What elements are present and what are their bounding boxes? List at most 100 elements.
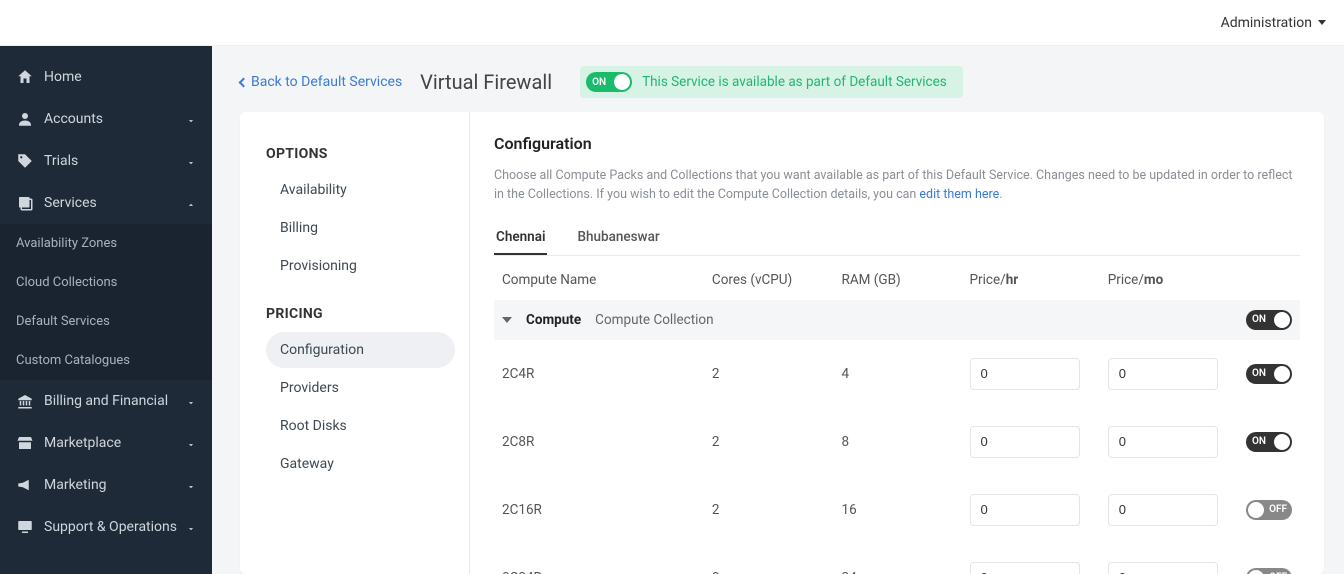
sidebar-subitem-label: Availability Zones xyxy=(16,236,117,251)
cell-cores: 2 xyxy=(704,476,834,544)
sidebar-subitem-label: Default Services xyxy=(16,314,110,329)
options-panel: OPTIONS AvailabilityBillingProvisioning … xyxy=(240,112,470,574)
admin-label: Administration xyxy=(1221,15,1312,31)
tab-bhubaneswar[interactable]: Bhubaneswar xyxy=(575,221,661,255)
price-mo-input[interactable] xyxy=(1108,494,1218,526)
toggle-label: ON xyxy=(1252,368,1266,379)
row-toggle[interactable]: ON xyxy=(1246,364,1292,384)
sidebar: Home Accounts Trials Services Availability Z… xyxy=(0,46,212,574)
sidebar-subitem-label: Cloud Collections xyxy=(16,275,117,290)
cell-name: 8C24R xyxy=(494,544,704,574)
sidebar-subitem-cc[interactable]: Cloud Collections xyxy=(0,263,212,302)
option-configuration[interactable]: Configuration xyxy=(266,332,455,368)
cell-cores: 2 xyxy=(704,340,834,408)
sidebar-item-billing[interactable]: Billing and Financial xyxy=(0,380,212,422)
chevron-down-icon xyxy=(186,522,196,532)
table-row: 2C8R28ON xyxy=(494,408,1300,476)
cell-ram: 16 xyxy=(834,476,962,544)
col-price-mo: Price/mo xyxy=(1100,260,1238,300)
row-toggle[interactable]: OFF xyxy=(1246,500,1292,520)
option-billing[interactable]: Billing xyxy=(266,210,455,246)
sidebar-item-trials[interactable]: Trials xyxy=(0,140,212,182)
price-hr-input[interactable] xyxy=(970,358,1080,390)
sidebar-subitem-az[interactable]: Availability Zones xyxy=(0,224,212,263)
admin-dropdown[interactable]: Administration xyxy=(1221,15,1326,31)
bullhorn-icon xyxy=(16,476,34,494)
sidebar-subitem-ds[interactable]: Default Services xyxy=(0,302,212,341)
col-ram: RAM (GB) xyxy=(834,260,962,300)
price-mo-input[interactable] xyxy=(1108,358,1218,390)
sidebar-item-home[interactable]: Home xyxy=(0,56,212,98)
col-compute-name: Compute Name xyxy=(494,260,704,300)
region-tabs: Chennai Bhubaneswar xyxy=(494,221,1300,256)
chevron-left-icon xyxy=(239,77,249,87)
option-root-disks[interactable]: Root Disks xyxy=(266,408,455,444)
user-icon xyxy=(16,110,34,128)
price-hr-input[interactable] xyxy=(970,426,1080,458)
sidebar-item-marketing[interactable]: Marketing xyxy=(0,464,212,506)
chevron-down-icon xyxy=(186,156,196,166)
chevron-down-icon xyxy=(186,438,196,448)
cell-ram: 24 xyxy=(834,544,962,574)
sidebar-item-label: Support & Operations xyxy=(44,519,177,535)
service-toggle[interactable]: ON xyxy=(586,72,632,92)
sidebar-subitem-label: Custom Catalogues xyxy=(16,353,130,368)
page-header: Back to Default Services Virtual Firewal… xyxy=(212,46,1344,112)
home-icon xyxy=(16,68,34,86)
option-availability[interactable]: Availability xyxy=(266,172,455,208)
sidebar-item-marketplace[interactable]: Marketplace xyxy=(0,422,212,464)
edit-them-here-link[interactable]: edit them here xyxy=(919,187,999,202)
config-title: Configuration xyxy=(494,134,1300,153)
cell-cores: 8 xyxy=(704,544,834,574)
sidebar-subitem-cat[interactable]: Custom Catalogues xyxy=(0,341,212,380)
price-hr-input[interactable] xyxy=(970,494,1080,526)
sidebar-item-label: Trials xyxy=(44,153,78,169)
cell-name: 2C4R xyxy=(494,340,704,408)
price-mo-input[interactable] xyxy=(1108,426,1218,458)
row-toggle[interactable]: ON xyxy=(1246,432,1292,452)
option-provisioning[interactable]: Provisioning xyxy=(266,248,455,284)
sidebar-item-label: Marketplace xyxy=(44,435,121,451)
cell-name: 2C16R xyxy=(494,476,704,544)
price-mo-input[interactable] xyxy=(1108,562,1218,574)
chevron-down-icon xyxy=(1318,20,1326,25)
monitor-icon xyxy=(16,518,34,536)
table-row: 8C24R824 OFF xyxy=(494,544,1300,574)
store-icon xyxy=(16,434,34,452)
options-section-title: OPTIONS xyxy=(266,146,455,162)
back-link[interactable]: Back to Default Services xyxy=(240,74,402,90)
layers-icon xyxy=(16,194,34,212)
service-status-msg: This Service is available as part of Def… xyxy=(642,74,947,90)
cell-ram: 8 xyxy=(834,408,962,476)
collapse-icon[interactable] xyxy=(502,317,512,323)
config-panel: Configuration Choose all Compute Packs a… xyxy=(470,112,1324,574)
option-providers[interactable]: Providers xyxy=(266,370,455,406)
table-row: 2C16R216 OFF xyxy=(494,476,1300,544)
group-toggle[interactable]: ON xyxy=(1246,310,1292,330)
price-hr-input[interactable] xyxy=(970,562,1080,574)
service-status-pill: ON This Service is available as part of … xyxy=(580,66,963,98)
group-collection: Compute Collection xyxy=(595,312,713,328)
back-link-label: Back to Default Services xyxy=(251,74,402,90)
bank-icon xyxy=(16,392,34,410)
compute-table: Compute Name Cores (vCPU) RAM (GB) Price… xyxy=(494,260,1300,574)
sidebar-item-services[interactable]: Services xyxy=(0,182,212,224)
option-gateway[interactable]: Gateway xyxy=(266,446,455,482)
page-title: Virtual Firewall xyxy=(420,70,552,94)
sidebar-item-support[interactable]: Support & Operations xyxy=(0,506,212,548)
pricing-section-title: PRICING xyxy=(266,306,455,322)
col-price-hr: Price/hr xyxy=(962,260,1100,300)
cell-cores: 2 xyxy=(704,408,834,476)
sidebar-item-label: Services xyxy=(44,195,97,211)
chevron-down-icon xyxy=(186,480,196,490)
chevron-down-icon xyxy=(186,396,196,406)
col-cores: Cores (vCPU) xyxy=(704,260,834,300)
row-toggle[interactable]: OFF xyxy=(1246,568,1292,574)
sidebar-item-accounts[interactable]: Accounts xyxy=(0,98,212,140)
chevron-down-icon xyxy=(186,114,196,124)
tab-chennai[interactable]: Chennai xyxy=(494,221,547,255)
sidebar-item-label: Billing and Financial xyxy=(44,393,168,409)
sidebar-item-label: Home xyxy=(44,69,82,85)
config-helptext: Choose all Compute Packs and Collections… xyxy=(494,167,1300,205)
cell-ram: 4 xyxy=(834,340,962,408)
